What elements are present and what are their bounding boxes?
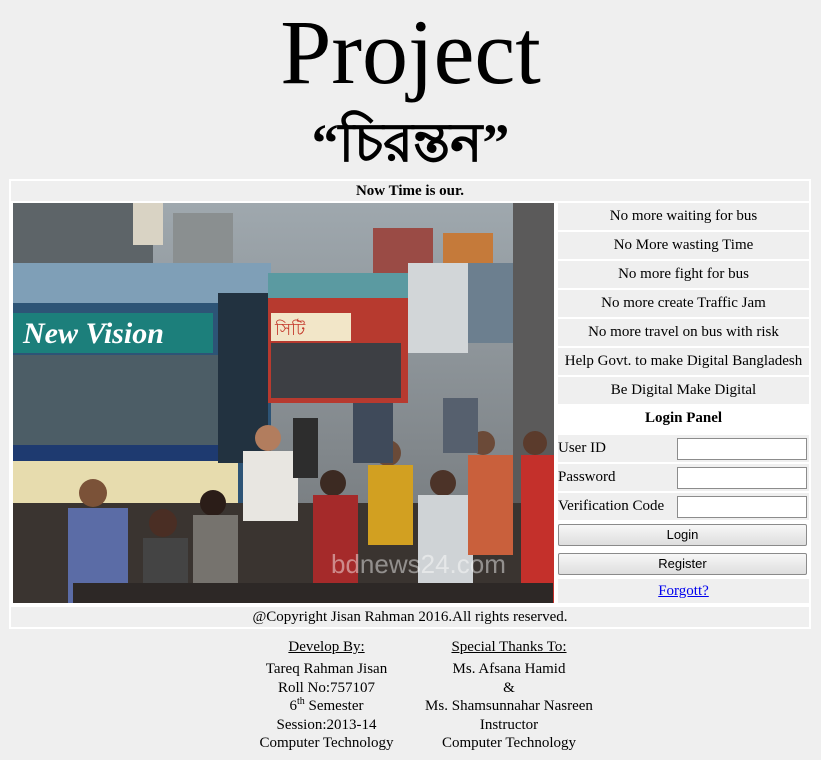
verification-code-input[interactable] (677, 496, 807, 518)
slogan-item: Help Govt. to make Digital Bangladesh (558, 348, 809, 375)
forgot-password-link[interactable]: Forgott? (658, 583, 709, 599)
verification-code-label: Verification Code (558, 498, 665, 514)
main-table: Now Time is our. New Vision সিটি bdnews2… (9, 179, 811, 629)
user-id-row: User ID (558, 435, 809, 462)
semester-suffix: th (296, 696, 305, 708)
header-banner: Now Time is our. (11, 181, 809, 201)
user-id-label: User ID (558, 440, 606, 456)
developer-heading: Develop By: (288, 639, 365, 655)
thanks-role: Instructor (479, 716, 539, 733)
developer-name: Tareq Rahman Jisan (265, 661, 388, 678)
bus-crowd-photo: New Vision সিটি bdnews24.com (13, 203, 554, 603)
semester-word: Semester (304, 698, 364, 715)
semester-number: 6 (289, 698, 297, 715)
password-label: Password (558, 469, 616, 485)
slogan-item: No more fight for bus (558, 261, 809, 288)
user-id-input[interactable] (677, 438, 807, 460)
project-subtitle: “চিরন্তন” (311, 113, 510, 173)
thanks-heading: Special Thanks To: (451, 639, 567, 655)
password-input[interactable] (677, 467, 807, 489)
slogan-item: No more travel on bus with risk (558, 319, 809, 346)
slogan-item: Be Digital Make Digital (558, 377, 809, 404)
thanks-credits: Special Thanks To: Ms. Afsana Hamid & Ms… (414, 638, 604, 752)
developer-roll: Roll No:757107 (277, 679, 376, 696)
project-title: Project (280, 1, 541, 103)
developer-department: Computer Technology (259, 735, 394, 752)
developer-semester: 6th Semester (249, 697, 404, 715)
thanks-person-2: Ms. Shamsunnahar Nasreen (425, 698, 593, 715)
login-button[interactable]: Login (558, 524, 807, 546)
password-row: Password (558, 464, 809, 491)
bus-sign-text: New Vision (22, 317, 164, 350)
thanks-person-1: Ms. Afsana Hamid (452, 661, 566, 678)
slogan-item: No More wasting Time (558, 232, 809, 259)
login-panel-title: Login Panel (558, 405, 809, 432)
developer-credits: Develop By: Tareq Rahman Jisan Roll No:7… (249, 638, 404, 752)
forgot-password-cell: Forgott? (558, 579, 809, 603)
slogan-item: No more waiting for bus (558, 203, 809, 230)
bus-crowd-illustration: New Vision সিটি bdnews24.com (13, 203, 554, 603)
copyright-footer: @Copyright Jisan Rahman 2016.All rights … (11, 607, 809, 627)
photo-watermark: bdnews24.com (331, 549, 506, 579)
slogan-item: No more create Traffic Jam (558, 290, 809, 317)
verification-row: Verification Code (558, 493, 809, 520)
thanks-department: Computer Technology (441, 735, 577, 752)
bus-sign-text-2: সিটি (274, 319, 306, 340)
developer-session: Session:2013-14 (276, 716, 377, 733)
thanks-and: & (503, 679, 515, 696)
register-button[interactable]: Register (558, 553, 807, 575)
